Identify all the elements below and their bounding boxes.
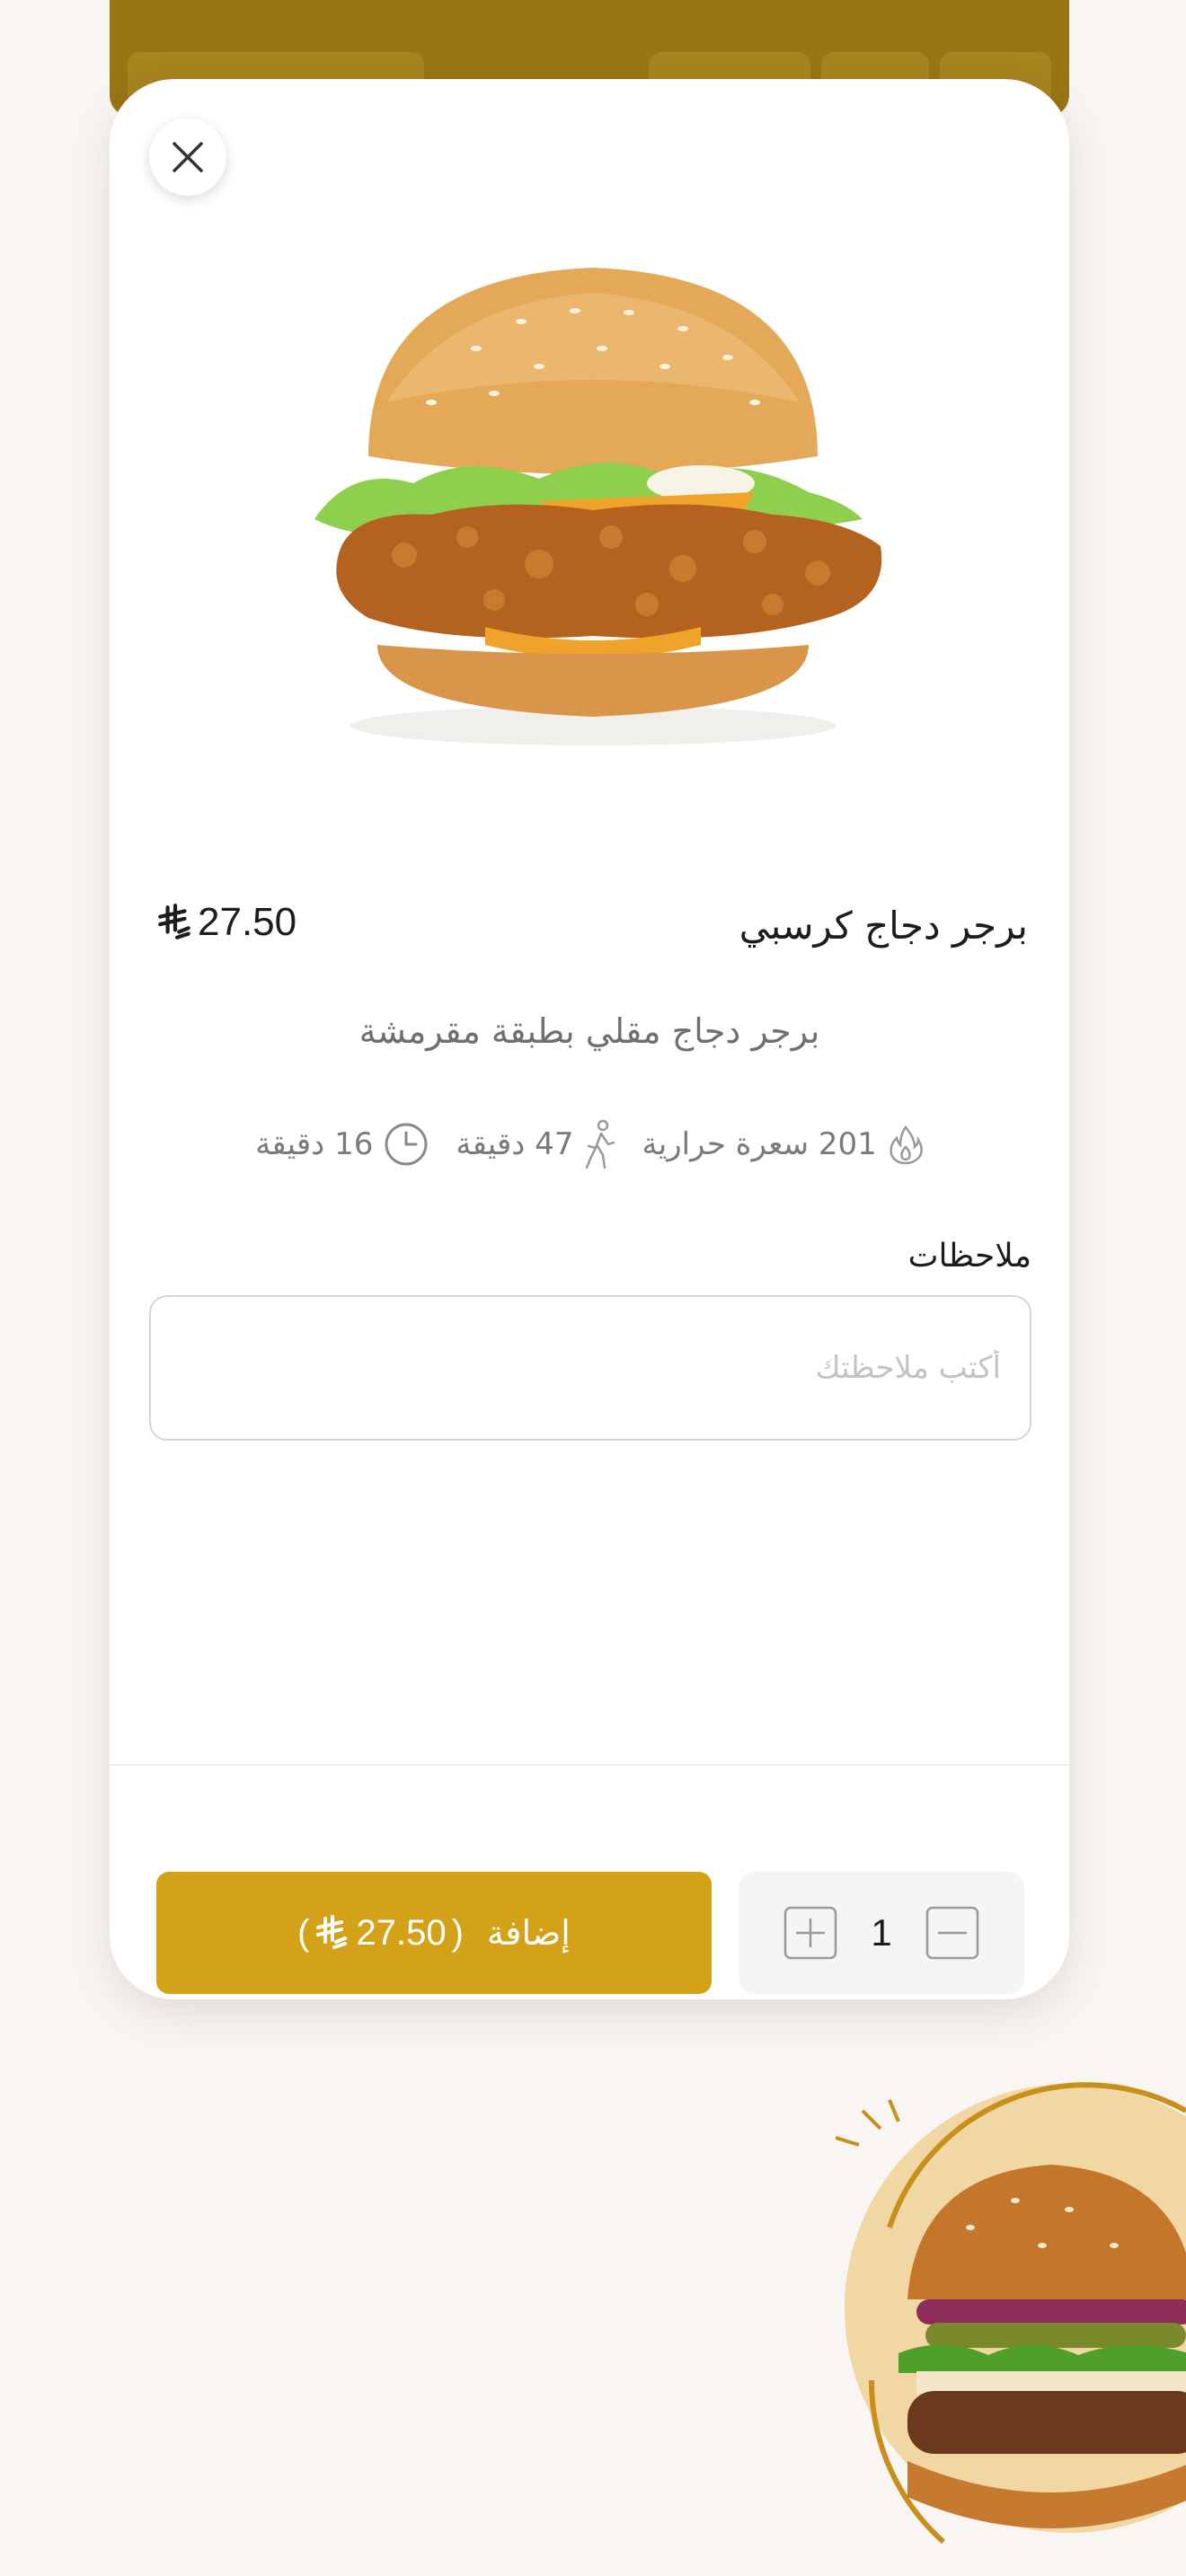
clock-icon [385, 1123, 428, 1166]
add-price-group: ( 27.50 ) [297, 1913, 464, 1954]
walking-icon [585, 1119, 615, 1169]
product-description: برجر دجاج مقلي بطبقة مقرمشة [358, 1011, 820, 1051]
quantity-value: 1 [871, 1911, 892, 1954]
promo-burger-image [836, 2082, 1186, 2545]
product-price: 27.50 [156, 900, 296, 945]
add-price-value: 27.50 [356, 1912, 447, 1953]
minus-icon [925, 1906, 979, 1960]
saudi-riyal-icon [158, 904, 190, 940]
fire-icon [890, 1125, 923, 1165]
notes-input[interactable] [149, 1295, 1031, 1441]
add-label: إضافة [486, 1914, 571, 1953]
close-button[interactable] [149, 119, 226, 196]
calories-stat: 201 سعرة حرارية [642, 1124, 924, 1165]
plus-icon [783, 1906, 837, 1960]
sheet-footer: ( 27.50 ) إضافة 1 [110, 1764, 1069, 1999]
close-icon [173, 142, 203, 172]
prep-time-text: 16 دقيقة [255, 1126, 374, 1162]
paren-open: ) [451, 1912, 464, 1953]
add-to-cart-button[interactable]: ( 27.50 ) إضافة [156, 1872, 712, 1994]
paren-close: ( [297, 1912, 310, 1953]
product-title: برجر دجاج كرسبي [739, 904, 1028, 948]
calories-text: 201 سعرة حرارية [642, 1126, 877, 1162]
prep-time-stat: 16 دقيقة [255, 1122, 429, 1167]
product-price-value: 27.50 [198, 900, 297, 944]
page: برجر دجاج كرسبي 27.50 برجر دجاج مقلي بطب… [0, 0, 1186, 2576]
walking-stat: 47 دقيقة [456, 1119, 615, 1169]
product-stats: 201 سعرة حرارية 47 دقيقة 16 دقيقة [110, 1119, 1069, 1169]
decrement-button[interactable] [925, 1906, 979, 1960]
saudi-riyal-icon [316, 1915, 348, 1949]
notes-label: ملاحظات [907, 1238, 1031, 1275]
increment-button[interactable] [783, 1906, 837, 1960]
walking-text: 47 دقيقة [456, 1126, 574, 1162]
quantity-stepper: 1 [739, 1872, 1024, 1994]
product-image [314, 268, 882, 745]
product-sheet: برجر دجاج كرسبي 27.50 برجر دجاج مقلي بطب… [110, 79, 1069, 1999]
